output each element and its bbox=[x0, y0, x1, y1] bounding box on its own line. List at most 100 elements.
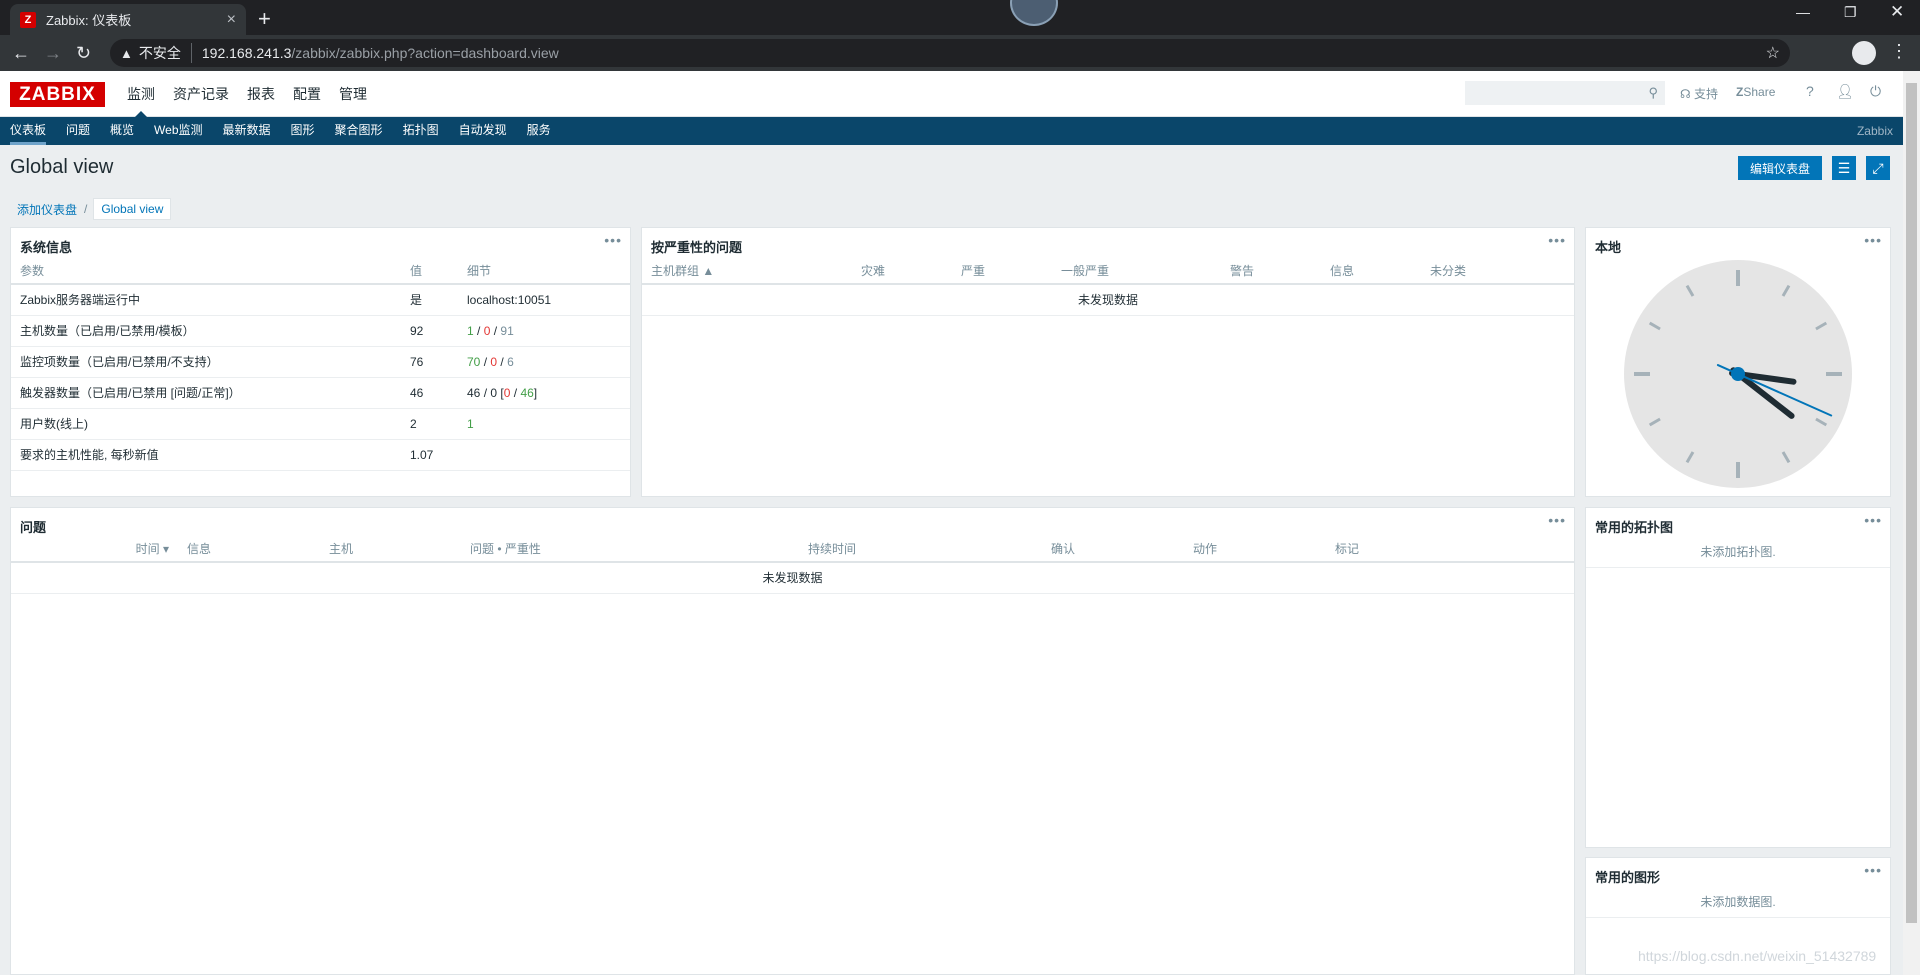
column-header: 问题 • 严重性 bbox=[461, 536, 799, 563]
url-field[interactable]: ▲ 不安全 192.168.241.3 /zabbix/zabbix.php?a… bbox=[110, 39, 1790, 67]
detail-cell: 1 / 0 / 91 bbox=[458, 315, 630, 347]
scrollbar-thumb[interactable] bbox=[1906, 83, 1917, 923]
column-header: 一般严重 bbox=[1052, 258, 1221, 285]
submenu-services[interactable]: 服务 bbox=[517, 117, 561, 145]
column-header: 灾难 bbox=[852, 258, 952, 285]
back-arrow-icon[interactable]: ← bbox=[12, 43, 30, 64]
server-name: Zabbix bbox=[1856, 124, 1893, 138]
top-menu: 监测 资产记录 报表 配置 管理 bbox=[118, 71, 376, 117]
column-header-host-group[interactable]: 主机群组 ▲ bbox=[642, 258, 852, 285]
new-tab-button[interactable]: + bbox=[258, 6, 271, 32]
widget-menu-icon[interactable]: ••• bbox=[604, 232, 622, 248]
column-header: 值 bbox=[401, 258, 458, 285]
column-header: 细节 bbox=[458, 258, 630, 285]
column-header: 确认 bbox=[1042, 536, 1184, 563]
bookmark-star-icon[interactable]: ☆ bbox=[1766, 43, 1780, 63]
support-link[interactable]: ☊ 支持 bbox=[1680, 85, 1718, 102]
column-header: 信息 bbox=[178, 536, 320, 563]
column-header-time[interactable]: 时间 ▾ bbox=[11, 536, 178, 563]
search-input[interactable]: ⚲ bbox=[1465, 81, 1665, 105]
column-header: 参数 bbox=[11, 258, 401, 285]
ok-count: 46 bbox=[520, 385, 534, 400]
enabled-count: 1 bbox=[467, 323, 474, 338]
browser-menu-icon[interactable]: ⋮ bbox=[1890, 41, 1908, 62]
search-icon[interactable]: ⚲ bbox=[1648, 85, 1658, 101]
close-icon[interactable]: × bbox=[227, 11, 236, 29]
clock-face bbox=[1624, 260, 1852, 488]
submenu-web[interactable]: Web监测 bbox=[144, 117, 212, 145]
value-cell: 是 bbox=[401, 284, 458, 316]
column-header: 动作 bbox=[1184, 536, 1326, 563]
browser-address-bar: ← → ↻ ▲ 不安全 192.168.241.3 /zabbix/zabbix… bbox=[0, 35, 1920, 71]
no-maps-message: 未添加拓扑图. bbox=[1586, 536, 1890, 568]
problem-count: 0 bbox=[503, 385, 511, 400]
submenu-latest-data[interactable]: 最新数据 bbox=[213, 117, 281, 145]
param-cell: Zabbix服务器端运行中 bbox=[11, 284, 401, 316]
widget-menu-icon[interactable]: ••• bbox=[1864, 862, 1882, 878]
tab-title: Zabbix: 仪表板 bbox=[46, 13, 132, 28]
value-cell: 2 bbox=[401, 408, 458, 440]
menu-administration[interactable]: 管理 bbox=[330, 71, 376, 117]
forward-arrow-icon[interactable]: → bbox=[44, 43, 62, 64]
sub-menu: 仪表板 问题 概览 Web监测 最新数据 图形 聚合图形 拓扑图 自动发现 服务… bbox=[0, 117, 1903, 145]
widget-menu-icon[interactable]: ••• bbox=[1548, 512, 1566, 528]
breadcrumb-current[interactable]: Global view bbox=[93, 198, 172, 220]
reload-icon[interactable]: ↻ bbox=[76, 43, 91, 64]
breadcrumb: 添加仪表盘 / Global view bbox=[10, 198, 172, 220]
table-row: 用户数(线上) 2 1 bbox=[11, 408, 630, 440]
submenu-overview[interactable]: 概览 bbox=[100, 117, 144, 145]
param-cell: 触发器数量（已启用/已禁用 [问题/正常]） bbox=[11, 377, 401, 409]
param-cell: 要求的主机性能, 每秒新值 bbox=[11, 439, 401, 471]
restore-icon[interactable]: ❐ bbox=[1844, 4, 1857, 21]
table-row: 主机数量（已启用/已禁用/模板） 92 1 / 0 / 91 bbox=[11, 315, 630, 347]
widget-title: 问题 bbox=[20, 520, 47, 535]
share-link[interactable]: ZShare bbox=[1736, 85, 1775, 99]
breadcrumb-dashboards[interactable]: 添加仪表盘 bbox=[10, 201, 84, 218]
share-label: Share bbox=[1743, 85, 1776, 99]
value-cell: 76 bbox=[401, 346, 458, 378]
detail-cell: 70 / 0 / 6 bbox=[458, 346, 630, 378]
user-profile-icon[interactable]: 👤︎ bbox=[1836, 83, 1854, 100]
menu-inventory[interactable]: 资产记录 bbox=[164, 71, 238, 117]
widget-menu-icon[interactable]: ••• bbox=[1864, 232, 1882, 248]
dashboard-list-icon[interactable]: ☰ bbox=[1832, 156, 1856, 180]
submenu-discovery[interactable]: 自动发现 bbox=[449, 117, 517, 145]
browser-tab[interactable]: Z Zabbix: 仪表板 × bbox=[10, 4, 246, 35]
zabbix-header: ZABBIX 监测 资产记录 报表 配置 管理 ⚲ ☊ 支持 ZShare ? … bbox=[0, 71, 1903, 117]
headset-icon: ☊ bbox=[1680, 87, 1691, 101]
warning-icon: ▲ bbox=[120, 45, 133, 61]
detail-cell: 1 bbox=[458, 408, 630, 440]
no-data-message: 未发现数据 bbox=[11, 562, 1574, 594]
url-path: /zabbix/zabbix.php?action=dashboard.view bbox=[291, 45, 559, 61]
column-header: 标记 bbox=[1326, 536, 1574, 563]
widget-menu-icon[interactable]: ••• bbox=[1548, 232, 1566, 248]
unsupported-count: 6 bbox=[507, 354, 514, 369]
help-icon[interactable]: ? bbox=[1806, 83, 1814, 99]
window-close-icon[interactable]: ✕ bbox=[1890, 2, 1904, 22]
profile-avatar-icon[interactable] bbox=[1852, 41, 1876, 65]
submenu-graphs[interactable]: 图形 bbox=[281, 117, 325, 145]
table-row: 未发现数据 bbox=[642, 284, 1574, 316]
edit-dashboard-button[interactable]: 编辑仪表盘 bbox=[1738, 156, 1822, 180]
value-cell: 1.07 bbox=[401, 439, 458, 471]
clock-center bbox=[1731, 367, 1745, 381]
column-header: 严重 bbox=[952, 258, 1052, 285]
system-info-table: 参数 值 细节 Zabbix服务器端运行中 是 localhost:10051 … bbox=[11, 258, 630, 471]
submenu-dashboard[interactable]: 仪表板 bbox=[0, 117, 56, 145]
zabbix-logo[interactable]: ZABBIX bbox=[10, 82, 105, 107]
minimize-icon[interactable]: — bbox=[1796, 4, 1810, 20]
overlay-circle-icon bbox=[1010, 0, 1058, 26]
menu-reports[interactable]: 报表 bbox=[238, 71, 284, 117]
sign-out-icon[interactable]: ⏻ bbox=[1870, 83, 1881, 100]
submenu-screens[interactable]: 聚合图形 bbox=[325, 117, 393, 145]
column-header: 持续时间 bbox=[799, 536, 1042, 563]
submenu-problems[interactable]: 问题 bbox=[56, 117, 100, 145]
widget-menu-icon[interactable]: ••• bbox=[1864, 512, 1882, 528]
column-header: 信息 bbox=[1321, 258, 1421, 285]
fullscreen-icon[interactable]: ⤢ bbox=[1866, 156, 1890, 180]
menu-configuration[interactable]: 配置 bbox=[284, 71, 330, 117]
column-header: 主机 bbox=[320, 536, 461, 563]
page-scrollbar[interactable] bbox=[1903, 71, 1920, 975]
submenu-maps[interactable]: 拓扑图 bbox=[393, 117, 449, 145]
menu-monitoring[interactable]: 监测 bbox=[118, 71, 164, 117]
